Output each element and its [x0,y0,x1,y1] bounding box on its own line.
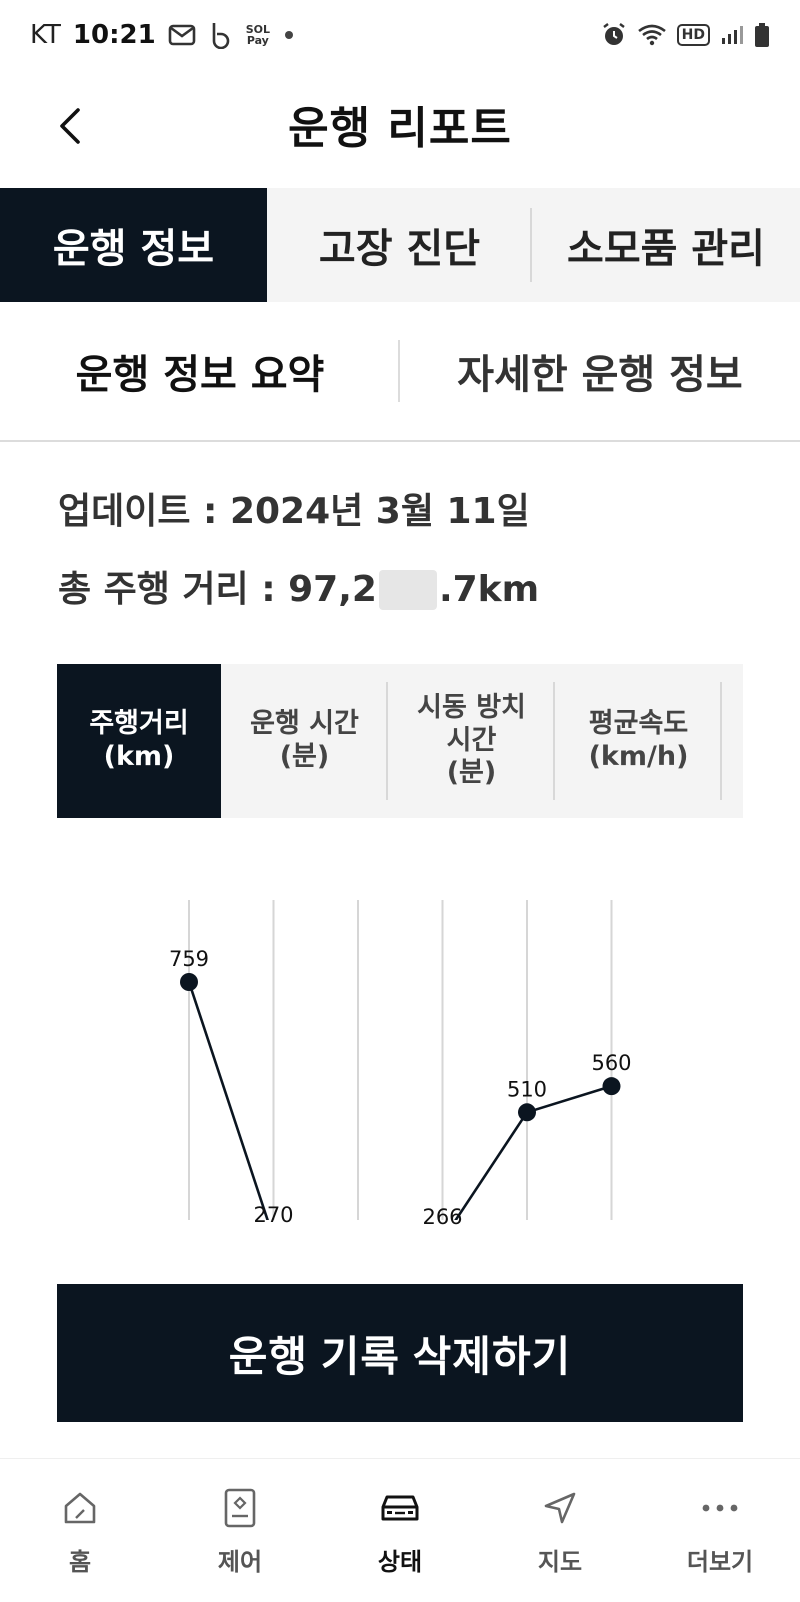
navigation-icon [538,1486,582,1530]
bottom-nav: 홈 제어 상태 지도 더보기 [0,1458,800,1602]
tab-fault-diagnosis[interactable]: 고장 진단 [267,188,532,302]
chart-data-label: 560 [591,1051,631,1075]
metric-tab-idle-time[interactable]: 시동 방치 시간 (분) [388,664,555,818]
nav-status-label: 상태 [377,1547,423,1576]
tab-driving-info[interactable]: 운행 정보 [0,188,267,302]
chart-data-label: 759 [169,947,209,971]
hd-badge: HD [676,24,710,46]
metric-tab-drive-time[interactable]: 운행 시간 (분) [221,664,388,818]
metric-tab-avg-speed[interactable]: 평균속도 (km/h) [555,664,722,818]
chart-point [518,1103,536,1122]
nav-map-label: 지도 [537,1547,583,1576]
b-app-icon [208,21,234,49]
chart-point [434,1231,452,1249]
wifi-icon [637,23,667,47]
page-title: 운행 리포트 [288,103,512,154]
carrier-label: KT [30,20,61,50]
nav-control-label: 제어 [217,1547,263,1576]
distance-line-chart: 759 270 266 510 560 [57,830,743,1250]
signal-icon [720,24,744,46]
chart-line-segment-1 [187,981,269,1220]
metric-tabs: 주행거리 (km) 운행 시간 (분) 시동 방치 시간 (분) 평균속도 (k… [57,664,743,818]
nav-more-label: 더보기 [686,1547,754,1576]
more-icon [698,1486,742,1530]
driving-info-summary: 업데이트 : 2024년 3월 11일 총 주행 거리 : 97,2 .7km [58,485,539,641]
control-icon [218,1486,262,1530]
subtab-summary[interactable]: 운행 정보 요약 [0,302,400,440]
chart-data-label: 270 [253,1203,293,1227]
header: 운행 리포트 [0,70,800,185]
chart-plot-area [180,973,621,1249]
update-date: 업데이트 : 2024년 3월 11일 [58,491,530,532]
sol-pay-icon: SOL Pay [246,24,270,46]
chart-svg: 759 270 266 510 560 [169,900,632,1249]
notification-dot-icon [282,28,296,42]
tab-consumables[interactable]: 소모품 관리 [532,188,800,302]
alarm-icon [601,22,627,48]
nav-status[interactable]: 상태 [320,1459,480,1602]
nav-home-label: 홈 [68,1547,92,1576]
home-icon [58,1486,102,1530]
metric-tab-distance[interactable]: 주행거리 (km) [57,664,221,818]
nav-more[interactable]: 더보기 [640,1459,800,1602]
nav-map[interactable]: 지도 [480,1459,640,1602]
total-distance: 총 주행 거리 : 97,2 .7km [58,563,539,617]
main-tabs: 운행 정보 고장 진단 소모품 관리 [0,188,800,302]
car-icon [378,1486,422,1530]
chart-data-label: 510 [507,1077,547,1101]
total-distance-suffix: .7km [438,569,540,610]
sub-tabs: 운행 정보 요약 자세한 운행 정보 [0,302,800,442]
status-bar: KT 10:21 SOL Pay HD [0,0,800,70]
nav-control[interactable]: 제어 [160,1459,320,1602]
chart-point [180,973,198,991]
chart-data-label: 266 [422,1205,462,1229]
mail-icon [168,24,196,46]
clock: 10:21 [72,20,156,50]
chart-point [602,1077,621,1096]
nav-home[interactable]: 홈 [0,1459,160,1602]
battery-icon [754,22,770,48]
redacted-digits [378,570,437,610]
total-distance-prefix: 총 주행 거리 : 97,2 [58,569,377,610]
delete-records-button[interactable]: 운행 기록 삭제하기 [57,1284,743,1422]
subtab-detailed[interactable]: 자세한 운행 정보 [400,302,800,440]
sol-pay-bottom-label: Pay [246,34,269,47]
chart-point [265,1229,283,1247]
